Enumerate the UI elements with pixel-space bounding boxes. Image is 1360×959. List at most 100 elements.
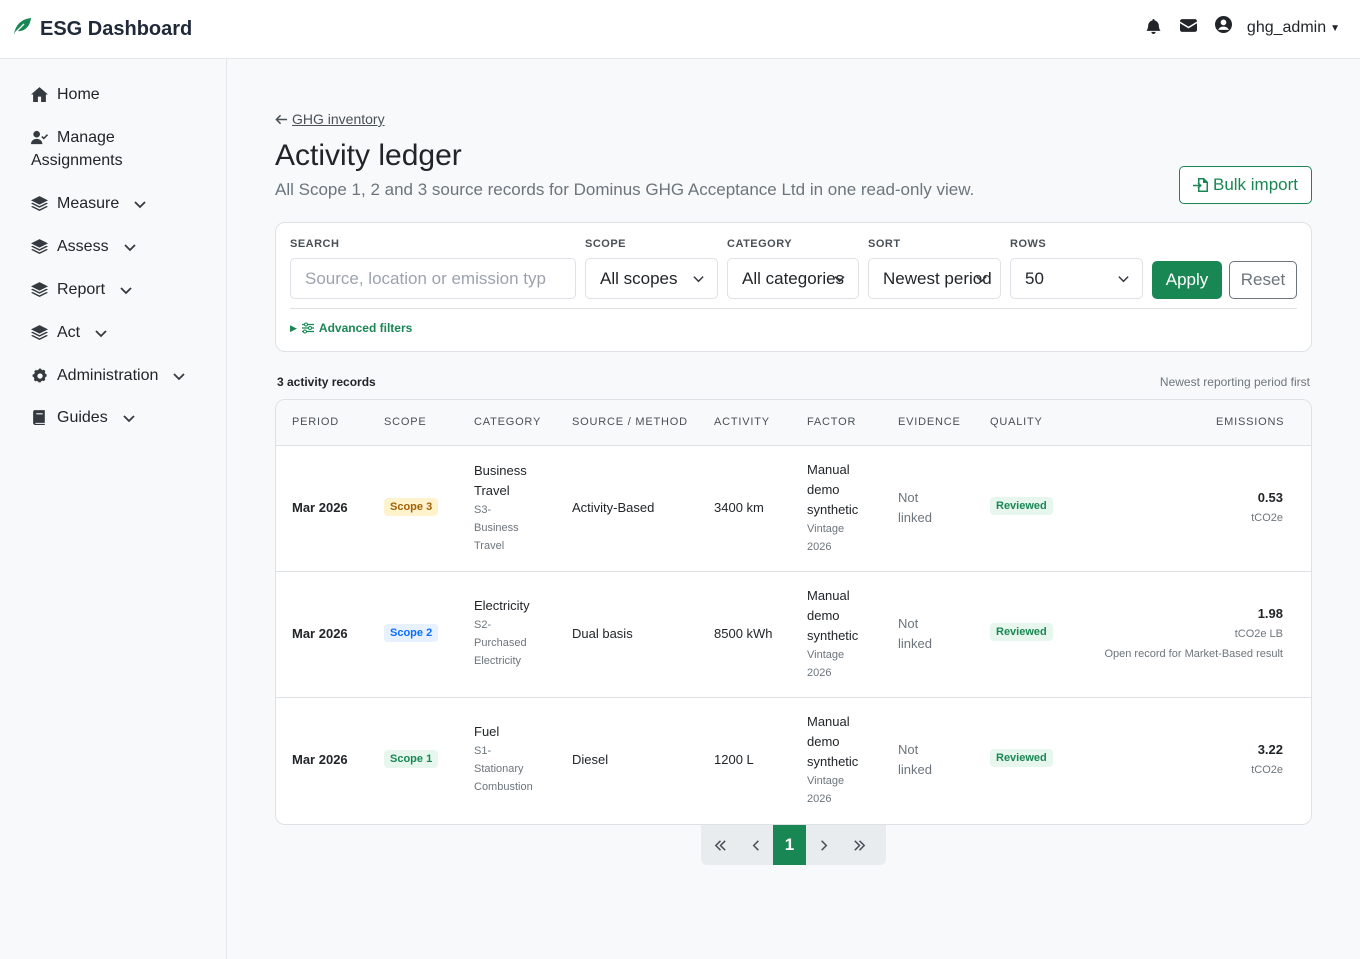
chevron-down-icon — [172, 364, 186, 387]
chevron-down-icon — [123, 235, 137, 258]
chevron-down-icon — [119, 278, 133, 301]
last-page-button[interactable] — [840, 825, 878, 865]
column-header-factor[interactable]: FACTOR — [807, 416, 856, 428]
period-cell: Mar 2026 — [292, 752, 348, 767]
user-menu[interactable]: ghg_admin ▼ — [1214, 16, 1340, 40]
evidence-line2: linked — [898, 762, 932, 777]
column-header-scope[interactable]: SCOPE — [384, 416, 427, 428]
table-row[interactable]: Mar 2026 Scope 1 Fuel S1- Stationary Com… — [276, 698, 1311, 824]
caret-down-icon: ▼ — [1330, 22, 1340, 34]
emissions-value: 0.53 — [1257, 490, 1283, 505]
category-name-line1: Electricity — [474, 598, 530, 613]
bulk-import-button[interactable]: Bulk import — [1179, 166, 1312, 204]
evidence-line2: linked — [898, 510, 932, 525]
caret-right-icon: ▶ — [290, 322, 297, 333]
column-header-evidence[interactable]: EVIDENCE — [898, 416, 961, 428]
sidebar-item-label: Manage Assignments — [31, 126, 151, 172]
sidebar-item-label: Guides — [57, 409, 108, 426]
advanced-filters-label: Advanced filters — [318, 321, 413, 335]
divider — [290, 308, 1297, 309]
file-import-icon — [1192, 178, 1208, 192]
table-row[interactable]: Mar 2026 Scope 2 Electricity S2- Purchas… — [276, 572, 1311, 698]
emissions-unit: tCO2e — [1251, 764, 1283, 776]
category-name-line1: Fuel — [474, 724, 500, 739]
first-page-button[interactable] — [701, 825, 739, 865]
sidebar-item-home[interactable]: Home — [31, 83, 100, 106]
chevron-down-icon — [834, 276, 845, 283]
column-header-source-method[interactable]: SOURCE / METHOD — [572, 416, 688, 428]
leaf-icon — [12, 16, 32, 42]
sort-select[interactable]: Newest period — [868, 258, 1001, 299]
sidebar-item-label-line1: Manage — [57, 129, 115, 146]
page-subtitle: All Scope 1, 2 and 3 source records for … — [275, 180, 975, 199]
category-code-line1: S3- — [474, 504, 492, 516]
bell-icon[interactable] — [1145, 17, 1162, 39]
sidebar-item-administration[interactable]: Administration — [31, 364, 186, 387]
category-code-line2: Stationary — [474, 763, 524, 775]
next-page-button[interactable] — [806, 825, 840, 865]
scope-select[interactable]: All scopes — [585, 258, 718, 299]
filter-panel: SEARCH Source, location or emission typ … — [275, 222, 1312, 352]
evidence-line1: Not — [898, 490, 919, 505]
market-based-note[interactable]: Open record for Market-Based result — [1104, 644, 1283, 664]
category-code-line3: Combustion — [474, 781, 533, 793]
factor-cell: Manual demo synthetic Vintage 2026 — [807, 586, 858, 682]
emissions-unit: tCO2e LB — [1234, 628, 1283, 640]
category-cell: Electricity S2- Purchased Electricity — [474, 596, 564, 670]
emissions-unit: tCO2e — [1251, 512, 1283, 524]
envelope-icon[interactable] — [1179, 17, 1197, 39]
column-header-activity[interactable]: ACTIVITY — [714, 416, 770, 428]
column-header-quality[interactable]: QUALITY — [990, 416, 1043, 428]
factor-line1: Manual — [807, 588, 850, 603]
sidebar-item-act[interactable]: Act — [31, 321, 108, 344]
book-icon — [31, 406, 49, 429]
page-button-current[interactable]: 1 — [773, 825, 806, 865]
column-header-category[interactable]: CATEGORY — [474, 416, 541, 428]
sidebar-item-measure[interactable]: Measure — [31, 192, 147, 215]
brand-title: ESG Dashboard — [40, 17, 193, 40]
sidebar-item-label: Report — [57, 281, 106, 298]
table-row[interactable]: Mar 2026 Scope 3 Business Travel S3- Bus… — [276, 446, 1311, 572]
quality-badge: Reviewed — [990, 749, 1053, 767]
column-header-emissions[interactable]: EMISSIONS — [1216, 416, 1284, 428]
sort-note: Newest reporting period first — [1159, 375, 1310, 389]
column-header-period[interactable]: PERIOD — [292, 416, 339, 428]
advanced-filters-toggle[interactable]: ▶ Advanced filters — [290, 321, 412, 335]
vintage-line2: 2026 — [807, 793, 832, 805]
sidebar-item-label: Administration — [57, 367, 159, 384]
prev-page-button[interactable] — [739, 825, 773, 865]
home-icon — [31, 83, 49, 106]
record-count: 3 activity records — [277, 375, 376, 389]
rows-select[interactable]: 50 — [1010, 258, 1143, 299]
sidebar-item-guides[interactable]: Guides — [31, 406, 136, 429]
chevrons-left-icon — [714, 839, 726, 851]
scope-label: SCOPE — [585, 238, 627, 250]
evidence-line1: Not — [898, 616, 919, 631]
chevron-right-icon — [820, 839, 827, 851]
factor-line2: demo — [807, 608, 840, 623]
factor-line3: synthetic — [807, 754, 859, 769]
layers-icon — [31, 192, 49, 215]
reset-button[interactable]: Reset — [1229, 261, 1297, 299]
chevron-down-icon — [122, 406, 136, 429]
category-code-line1: S1- — [474, 745, 492, 757]
sidebar-item-label: Home — [57, 86, 100, 103]
back-link[interactable]: GHG inventory — [275, 111, 385, 127]
category-name-line1: Business — [474, 463, 527, 478]
sidebar-item-manage-assignments[interactable]: Manage Assignments — [31, 126, 151, 172]
chevron-down-icon — [133, 192, 147, 215]
category-label: CATEGORY — [727, 238, 793, 250]
category-code-line3: Travel — [474, 540, 505, 552]
source-cell: Dual basis — [572, 626, 633, 641]
scope-badge: Scope 3 — [384, 498, 439, 516]
sidebar-item-assess[interactable]: Assess — [31, 235, 137, 258]
factor-cell: Manual demo synthetic Vintage 2026 — [807, 460, 858, 556]
search-input[interactable]: Source, location or emission typ — [290, 258, 576, 299]
brand[interactable]: ESG Dashboard — [12, 16, 192, 42]
sidebar-item-report[interactable]: Report — [31, 278, 133, 301]
apply-button[interactable]: Apply — [1152, 261, 1222, 299]
scope-badge: Scope 2 — [384, 624, 439, 642]
top-navbar: ESG Dashboard ghg_admin ▼ — [0, 0, 1360, 59]
category-select[interactable]: All categories — [727, 258, 859, 299]
vintage-line1: Vintage — [807, 649, 845, 661]
